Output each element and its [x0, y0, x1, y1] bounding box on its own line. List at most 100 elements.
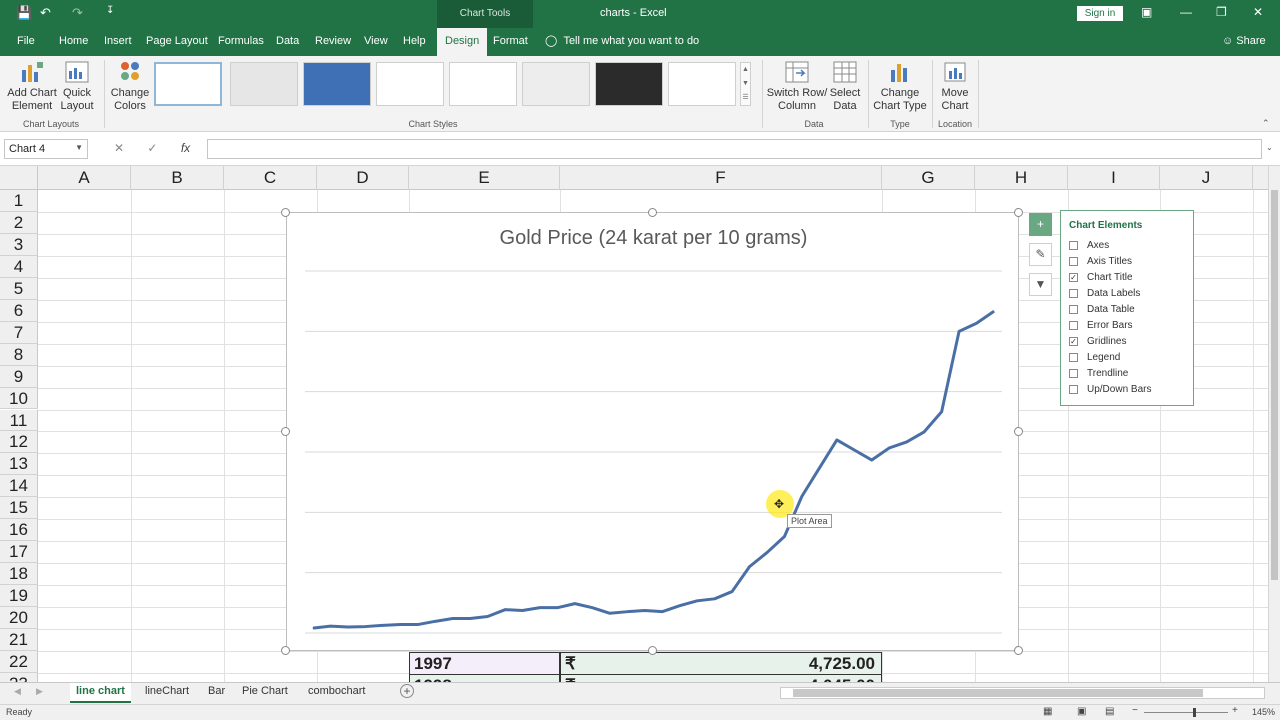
checkbox[interactable]	[1069, 240, 1078, 250]
change-chart-type-button[interactable]: Change Chart Type	[872, 60, 928, 113]
chart-element-option[interactable]: Axis Titles	[1069, 253, 1185, 269]
horizontal-scrollbar[interactable]	[780, 687, 1265, 699]
resize-handle-top-left[interactable]	[281, 208, 290, 217]
data-point[interactable]	[382, 624, 384, 626]
row-header[interactable]: 6	[0, 299, 38, 322]
chart-element-option[interactable]: Data Table	[1069, 301, 1185, 317]
enter-icon[interactable]: ✓	[147, 141, 157, 155]
zoom-slider[interactable]	[1144, 712, 1228, 713]
chart-style-8[interactable]	[668, 62, 736, 106]
formula-input[interactable]	[207, 139, 1262, 159]
select-data-button[interactable]: Select Data	[826, 60, 864, 113]
cell-e22[interactable]: 1997	[409, 652, 560, 675]
tab-file[interactable]: File	[17, 35, 35, 47]
series-line[interactable]	[312, 309, 995, 630]
column-header-i[interactable]: I	[1068, 166, 1160, 190]
row-header[interactable]: 9	[0, 365, 38, 388]
cell-f22[interactable]: ₹ 4,725.00	[560, 652, 882, 675]
chart-style-1[interactable]	[154, 62, 222, 106]
chart-style-6[interactable]	[522, 62, 590, 106]
cancel-icon[interactable]: ✕	[114, 141, 124, 155]
zoom-level[interactable]: 145%	[1252, 707, 1275, 717]
row-header[interactable]: 19	[0, 585, 38, 608]
data-point[interactable]	[539, 607, 541, 609]
column-header-c[interactable]: C	[224, 166, 317, 190]
resize-handle-top[interactable]	[648, 208, 657, 217]
column-header-a[interactable]: A	[38, 166, 131, 190]
data-point[interactable]	[434, 620, 436, 622]
data-point[interactable]	[591, 607, 593, 609]
page-layout-view-icon[interactable]: ▣	[1077, 706, 1086, 717]
chart-element-option[interactable]: Error Bars	[1069, 317, 1185, 333]
chart-element-option[interactable]: Legend	[1069, 349, 1185, 365]
checkbox[interactable]: ✓	[1069, 336, 1078, 346]
undo-icon[interactable]: ↶	[40, 5, 51, 21]
checkbox[interactable]	[1069, 288, 1078, 298]
row-header[interactable]: 18	[0, 563, 38, 586]
row-header[interactable]: 14	[0, 475, 38, 498]
data-point[interactable]	[993, 310, 995, 312]
chart-styles-button[interactable]: ✎	[1029, 243, 1052, 266]
data-point[interactable]	[399, 624, 401, 626]
row-header[interactable]: 10	[0, 387, 38, 410]
move-chart-button[interactable]: Move Chart	[936, 60, 974, 113]
row-header[interactable]: 13	[0, 453, 38, 476]
chart-filters-button[interactable]: ▼	[1029, 273, 1052, 296]
chart-element-option[interactable]: Trendline	[1069, 365, 1185, 381]
resize-handle-bottom-right[interactable]	[1014, 646, 1023, 655]
data-point[interactable]	[487, 616, 489, 618]
column-header-b[interactable]: B	[131, 166, 224, 190]
collapse-ribbon-icon[interactable]: ⌃	[1262, 118, 1270, 129]
row-header[interactable]: 5	[0, 277, 38, 300]
data-point[interactable]	[836, 439, 838, 441]
data-point[interactable]	[609, 612, 611, 614]
resize-handle-bottom-left[interactable]	[281, 646, 290, 655]
tab-design[interactable]: Design	[437, 28, 488, 56]
data-point[interactable]	[853, 449, 855, 451]
column-header-f[interactable]: F	[560, 166, 882, 190]
tab-home[interactable]: Home	[59, 35, 88, 47]
data-point[interactable]	[347, 626, 349, 628]
checkbox[interactable]	[1069, 320, 1078, 330]
vertical-scrollbar[interactable]	[1268, 166, 1280, 682]
row-header[interactable]: 22	[0, 650, 38, 673]
share-button[interactable]: ☺ Share	[1222, 35, 1266, 47]
sheet-tab-line-chart[interactable]: line chart	[70, 683, 131, 703]
data-point[interactable]	[749, 566, 751, 568]
restore-icon[interactable]: ❐	[1216, 5, 1227, 19]
checkbox[interactable]	[1069, 368, 1078, 378]
sheet-tab-pie-chart[interactable]: Pie Chart	[242, 685, 288, 697]
data-point[interactable]	[871, 459, 873, 461]
data-point[interactable]	[906, 441, 908, 443]
save-icon[interactable]: 💾	[16, 5, 32, 21]
chart-elements-button[interactable]: +	[1029, 213, 1052, 236]
zoom-slider-thumb[interactable]	[1193, 708, 1196, 717]
chart-style-5[interactable]	[449, 62, 517, 106]
data-point[interactable]	[574, 603, 576, 605]
resize-handle-right[interactable]	[1014, 427, 1023, 436]
data-point[interactable]	[679, 605, 681, 607]
insert-function-icon[interactable]: fx	[181, 141, 190, 155]
data-point[interactable]	[452, 618, 454, 620]
chart-styles-scroll[interactable]: ▲ ▼ ☰	[740, 62, 751, 106]
normal-view-icon[interactable]: ▦	[1043, 706, 1052, 717]
tab-view[interactable]: View	[364, 35, 388, 47]
row-header[interactable]: 3	[0, 233, 38, 256]
minimize-icon[interactable]: —	[1180, 5, 1192, 19]
row-header[interactable]: 12	[0, 431, 38, 454]
prev-sheet-icon[interactable]: ◀	[14, 686, 21, 697]
line-chart[interactable]: Gold Price (24 karat per 10 grams)	[286, 212, 1019, 651]
zoom-in-icon[interactable]: +	[1232, 705, 1238, 716]
data-point[interactable]	[469, 618, 471, 620]
row-header[interactable]: 17	[0, 541, 38, 564]
column-header-d[interactable]: D	[317, 166, 409, 190]
expand-formula-icon[interactable]: ⌄	[1266, 143, 1273, 152]
data-point[interactable]	[504, 609, 506, 611]
tab-format[interactable]: Format	[493, 35, 528, 47]
chart-element-option[interactable]: Up/Down Bars	[1069, 381, 1185, 397]
row-header[interactable]: 2	[0, 211, 38, 234]
page-break-view-icon[interactable]: ▤	[1105, 706, 1114, 717]
chart-plot-area[interactable]	[287, 213, 1020, 652]
row-header[interactable]: 1	[0, 190, 38, 212]
customize-toolbar-icon[interactable]: ↧	[106, 5, 114, 16]
